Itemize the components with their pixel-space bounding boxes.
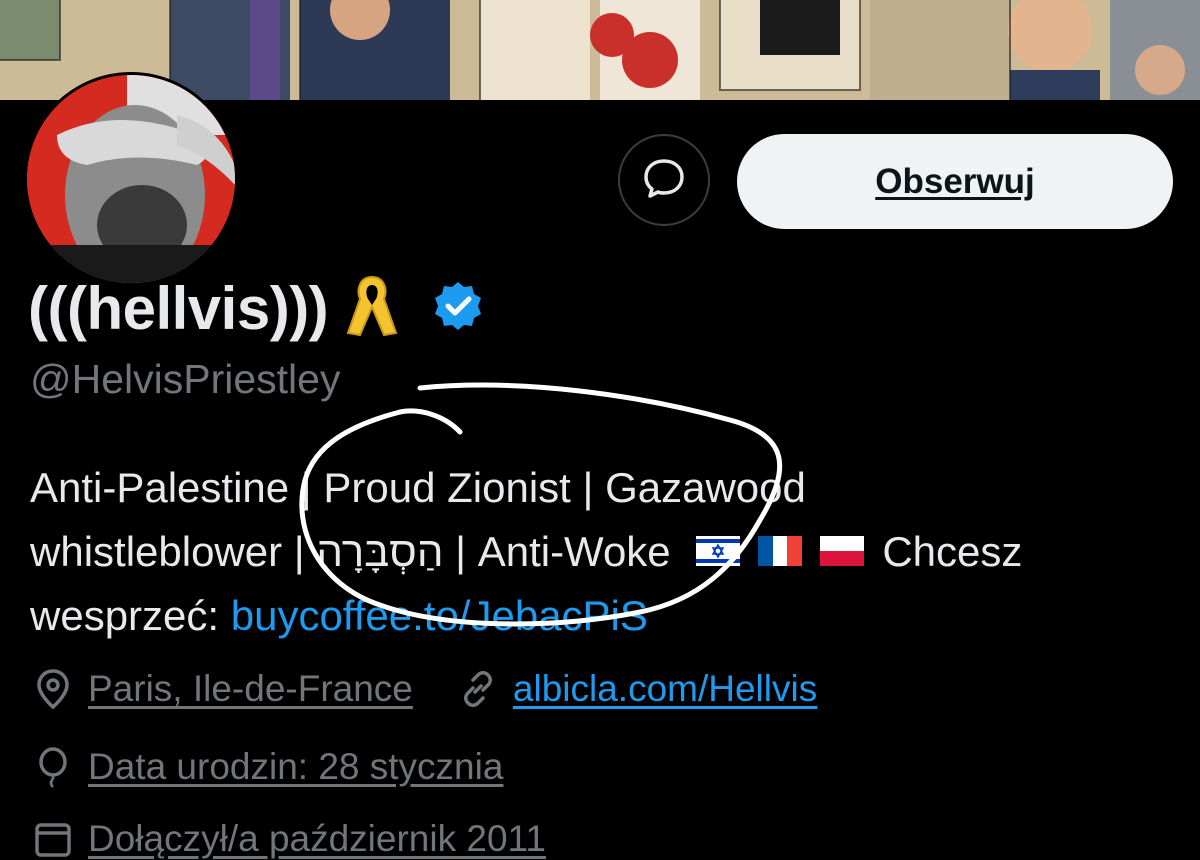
balloon-icon: [32, 746, 74, 788]
message-button[interactable]: [618, 134, 710, 226]
follow-button[interactable]: Obserwuj: [737, 134, 1173, 229]
france-flag-icon: [758, 535, 803, 566]
verified-badge-icon[interactable]: [432, 280, 484, 337]
yellow-ribbon-icon: [342, 271, 402, 346]
website-link[interactable]: albicla.com/Hellvis: [513, 668, 817, 710]
profile-meta-row-3: Dołączył/a październik 2011: [32, 818, 546, 860]
message-bubble-icon: [641, 155, 687, 206]
profile-meta-row-1: Paris, Ile-de-France albicla.com/Hellvis: [32, 668, 817, 710]
avatar-image: [27, 75, 235, 283]
bio-line-1: Anti-Palestine | Proud Zionist | Gazawoo…: [30, 464, 806, 511]
poland-flag-icon: [820, 535, 865, 566]
bio-line-3: wesprzeć:: [30, 592, 220, 639]
link-icon: [457, 668, 499, 710]
location-pin-icon: [32, 668, 74, 710]
profile-meta-row-2: Data urodzin: 28 stycznia: [32, 746, 503, 788]
bio-link[interactable]: buycoffee.to/JebacPiS: [231, 592, 648, 639]
joined-text: Dołączył/a październik 2011: [88, 818, 546, 859]
location-text: Paris, Ile-de-France: [88, 668, 413, 709]
bio-line-2-end: Chcesz: [882, 528, 1023, 575]
follow-button-label: Obserwuj: [875, 161, 1035, 201]
profile-bio: Anti-Palestine | Proud Zionist | Gazawoo…: [30, 456, 1170, 648]
avatar[interactable]: [24, 72, 238, 286]
bio-line-2: whistleblower | הַסְבָּרָה | Anti-Woke: [30, 528, 671, 575]
birthday-text: Data urodzin: 28 stycznia: [88, 746, 504, 787]
display-name: (((hellvis))): [28, 274, 329, 342]
user-handle: @HelvisPriestley: [30, 356, 341, 402]
calendar-icon: [32, 818, 74, 860]
israel-flag-icon: [696, 535, 741, 566]
